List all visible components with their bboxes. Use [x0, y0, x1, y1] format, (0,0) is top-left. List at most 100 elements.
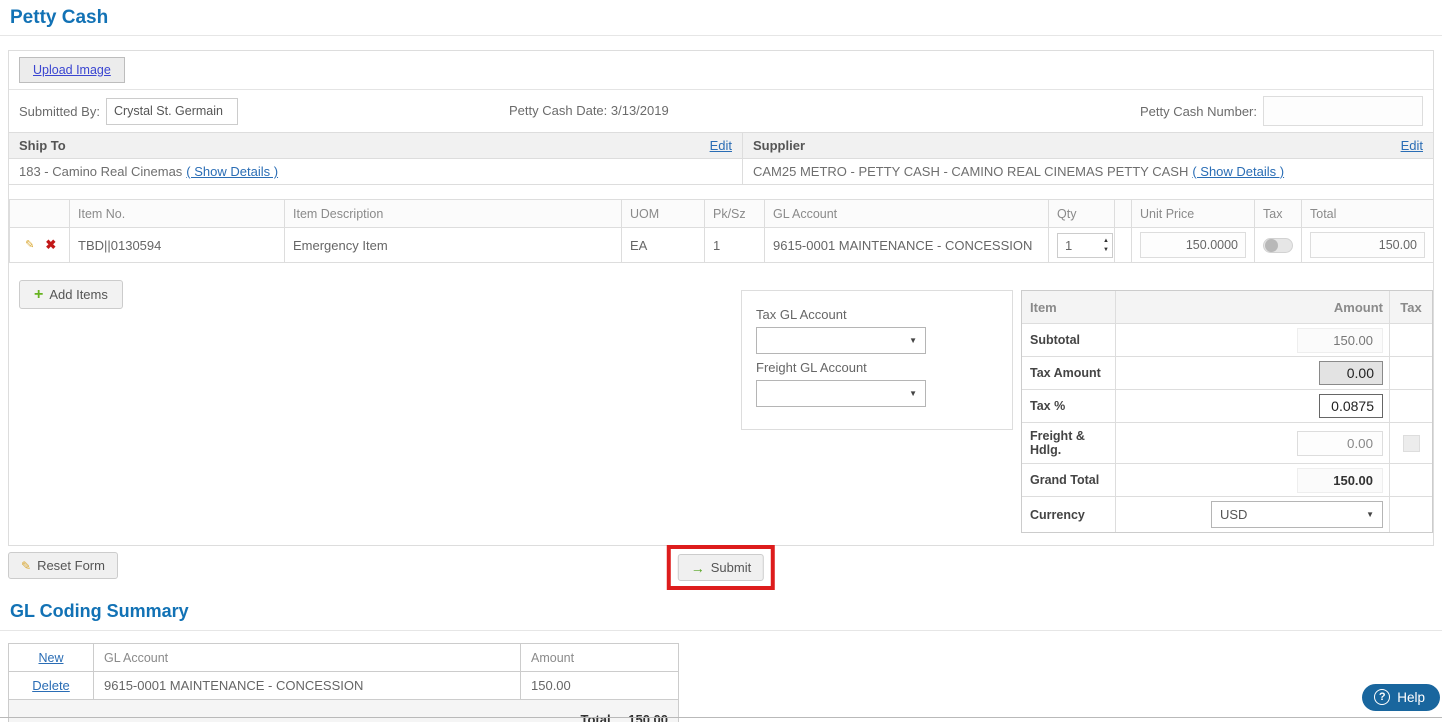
petty-cash-page: Petty Cash Upload Image Submitted By: Pe…	[0, 0, 1442, 722]
freight-field[interactable]	[1297, 431, 1383, 456]
line-total-field[interactable]	[1310, 232, 1425, 258]
item-gl-account-cell: 9615-0001 MAINTENANCE - CONCESSION	[765, 228, 1049, 263]
tax-percent-field[interactable]	[1319, 394, 1383, 418]
gl-delete-link[interactable]: Delete	[32, 678, 70, 693]
tax-amount-row: Tax Amount	[1022, 357, 1432, 390]
supplier-header: Supplier Edit	[743, 133, 1433, 158]
quantity-value: 1	[1065, 238, 1072, 253]
edit-item-icon[interactable]: ✎	[23, 238, 37, 252]
item-tax-toggle[interactable]	[1263, 238, 1293, 253]
upload-image-button[interactable]: Upload Image	[19, 57, 125, 83]
tax-gl-account-select[interactable]: ▼	[756, 327, 926, 354]
reset-form-button[interactable]: ✎ Reset Form	[8, 552, 118, 579]
quantity-stepper[interactable]: 1 ▲ ▼	[1057, 233, 1113, 258]
supplier-show-details-link[interactable]: ( Show Details )	[1192, 164, 1284, 179]
supplier-value-cell: CAM25 METRO - PETTY CASH - CAMINO REAL C…	[743, 159, 1433, 184]
item-tax-cell	[1255, 228, 1302, 263]
unit-price-field[interactable]	[1140, 232, 1246, 258]
chevron-down-icon: ▼	[909, 389, 917, 398]
quantity-up-icon[interactable]: ▲	[1103, 238, 1109, 244]
ship-to-show-details-link[interactable]: ( Show Details )	[186, 164, 278, 179]
currency-select[interactable]: USD ▼	[1211, 501, 1383, 528]
item-unit-price-cell	[1132, 228, 1255, 263]
ship-to-edit-link[interactable]: Edit	[710, 138, 732, 153]
submit-button[interactable]: → Submit	[678, 554, 764, 581]
ship-to-label: Ship To	[19, 138, 66, 153]
summary-header-row: Item Amount Tax	[1022, 291, 1432, 324]
quantity-down-icon[interactable]: ▼	[1103, 247, 1109, 253]
form-buttons-row: ✎ Reset Form → Submit	[8, 549, 1434, 595]
item-row: ✎ ✖ TBD||0130594 Emergency Item EA 1 961…	[10, 228, 1434, 263]
supplier-value: CAM25 METRO - PETTY CASH - CAMINO REAL C…	[753, 164, 1188, 179]
freight-tax-checkbox[interactable]	[1403, 435, 1420, 452]
petty-cash-form: Upload Image Submitted By: Petty Cash Da…	[8, 50, 1434, 546]
freight-gl-account-select[interactable]: ▼	[756, 380, 926, 407]
item-uom-cell: EA	[622, 228, 705, 263]
items-header-tax: Tax	[1255, 200, 1302, 228]
petty-cash-number-label: Petty Cash Number:	[1140, 104, 1257, 119]
items-header-actions	[10, 200, 70, 228]
supplier-label: Supplier	[753, 138, 805, 153]
gl-new-link[interactable]: New	[38, 651, 63, 665]
items-header-total: Total	[1302, 200, 1434, 228]
currency-label: Currency	[1022, 497, 1116, 532]
upload-row: Upload Image	[9, 51, 1433, 90]
petty-cash-date-text: Petty Cash Date: 3/13/2019	[509, 103, 669, 118]
tax-gl-account-label: Tax GL Account	[756, 307, 998, 322]
quantity-spin-buttons[interactable]: ▲ ▼	[1103, 238, 1109, 253]
submit-label: Submit	[711, 560, 751, 575]
currency-value: USD	[1220, 507, 1247, 522]
items-table: Item No. Item Description UOM Pk/Sz GL A…	[9, 199, 1434, 263]
item-qty-cell: 1 ▲ ▼	[1049, 228, 1115, 263]
petty-cash-number-field[interactable]	[1263, 96, 1423, 126]
items-header-pksz: Pk/Sz	[705, 200, 765, 228]
freight-row: Freight & Hdlg.	[1022, 423, 1432, 464]
reset-form-label: Reset Form	[37, 558, 105, 573]
gl-col-amount: Amount	[521, 644, 679, 672]
subtotal-value: 150.00	[1297, 328, 1383, 353]
ship-supplier-header-band: Ship To Edit Supplier Edit	[9, 132, 1433, 159]
summary-col-tax: Tax	[1389, 291, 1432, 323]
items-header-uom: UOM	[622, 200, 705, 228]
submit-highlight-annotation: → Submit	[667, 545, 775, 590]
currency-row: Currency USD ▼	[1022, 497, 1432, 532]
freight-label: Freight & Hdlg.	[1022, 423, 1116, 463]
plus-icon: +	[34, 289, 43, 301]
grand-total-label: Grand Total	[1022, 464, 1116, 496]
summary-col-amount: Amount	[1116, 291, 1389, 323]
item-no-cell: TBD||0130594	[70, 228, 285, 263]
middle-zone: + Add Items Tax GL Account ▼ Freight GL …	[9, 263, 1433, 545]
ship-to-value: 183 - Camino Real Cinemas	[19, 164, 182, 179]
items-header-spacer	[1115, 200, 1132, 228]
submitted-by-field[interactable]	[106, 98, 238, 125]
add-items-label: Add Items	[49, 287, 108, 302]
items-header-item-no: Item No.	[70, 200, 285, 228]
gl-row-amount: 150.00	[521, 672, 679, 700]
gl-row-account: 9615-0001 MAINTENANCE - CONCESSION	[94, 672, 521, 700]
delete-item-icon[interactable]: ✖	[45, 237, 56, 252]
tax-amount-field[interactable]	[1319, 361, 1383, 385]
item-description-cell: Emergency Item	[285, 228, 622, 263]
items-header-unit-price: Unit Price	[1132, 200, 1255, 228]
item-row-actions-cell: ✎ ✖	[10, 228, 70, 263]
tax-percent-row: Tax %	[1022, 390, 1432, 423]
help-button[interactable]: ? Help	[1362, 684, 1440, 711]
freight-gl-account-label: Freight GL Account	[756, 360, 998, 375]
add-items-button[interactable]: + Add Items	[19, 280, 123, 309]
ship-to-header: Ship To Edit	[9, 133, 743, 158]
gl-table-total-row: Total 150.00	[9, 700, 679, 722]
ship-to-value-cell: 183 - Camino Real Cinemas ( Show Details…	[9, 159, 743, 184]
items-header-row: Item No. Item Description UOM Pk/Sz GL A…	[10, 200, 1434, 228]
ship-supplier-values-row: 183 - Camino Real Cinemas ( Show Details…	[9, 159, 1433, 185]
supplier-edit-link[interactable]: Edit	[1401, 138, 1423, 153]
totals-summary-table: Item Amount Tax Subtotal 150.00 Tax Amou…	[1021, 290, 1433, 533]
subtotal-row: Subtotal 150.00	[1022, 324, 1432, 357]
page-title: Petty Cash	[0, 0, 1442, 36]
item-pksz-cell: 1	[705, 228, 765, 263]
gl-col-account: GL Account	[94, 644, 521, 672]
grand-total-value: 150.00	[1297, 468, 1383, 493]
items-header-qty: Qty	[1049, 200, 1115, 228]
items-header-gl-account: GL Account	[765, 200, 1049, 228]
subtotal-label: Subtotal	[1022, 324, 1116, 356]
gl-coding-table: New GL Account Amount Delete 9615-0001 M…	[8, 643, 679, 722]
